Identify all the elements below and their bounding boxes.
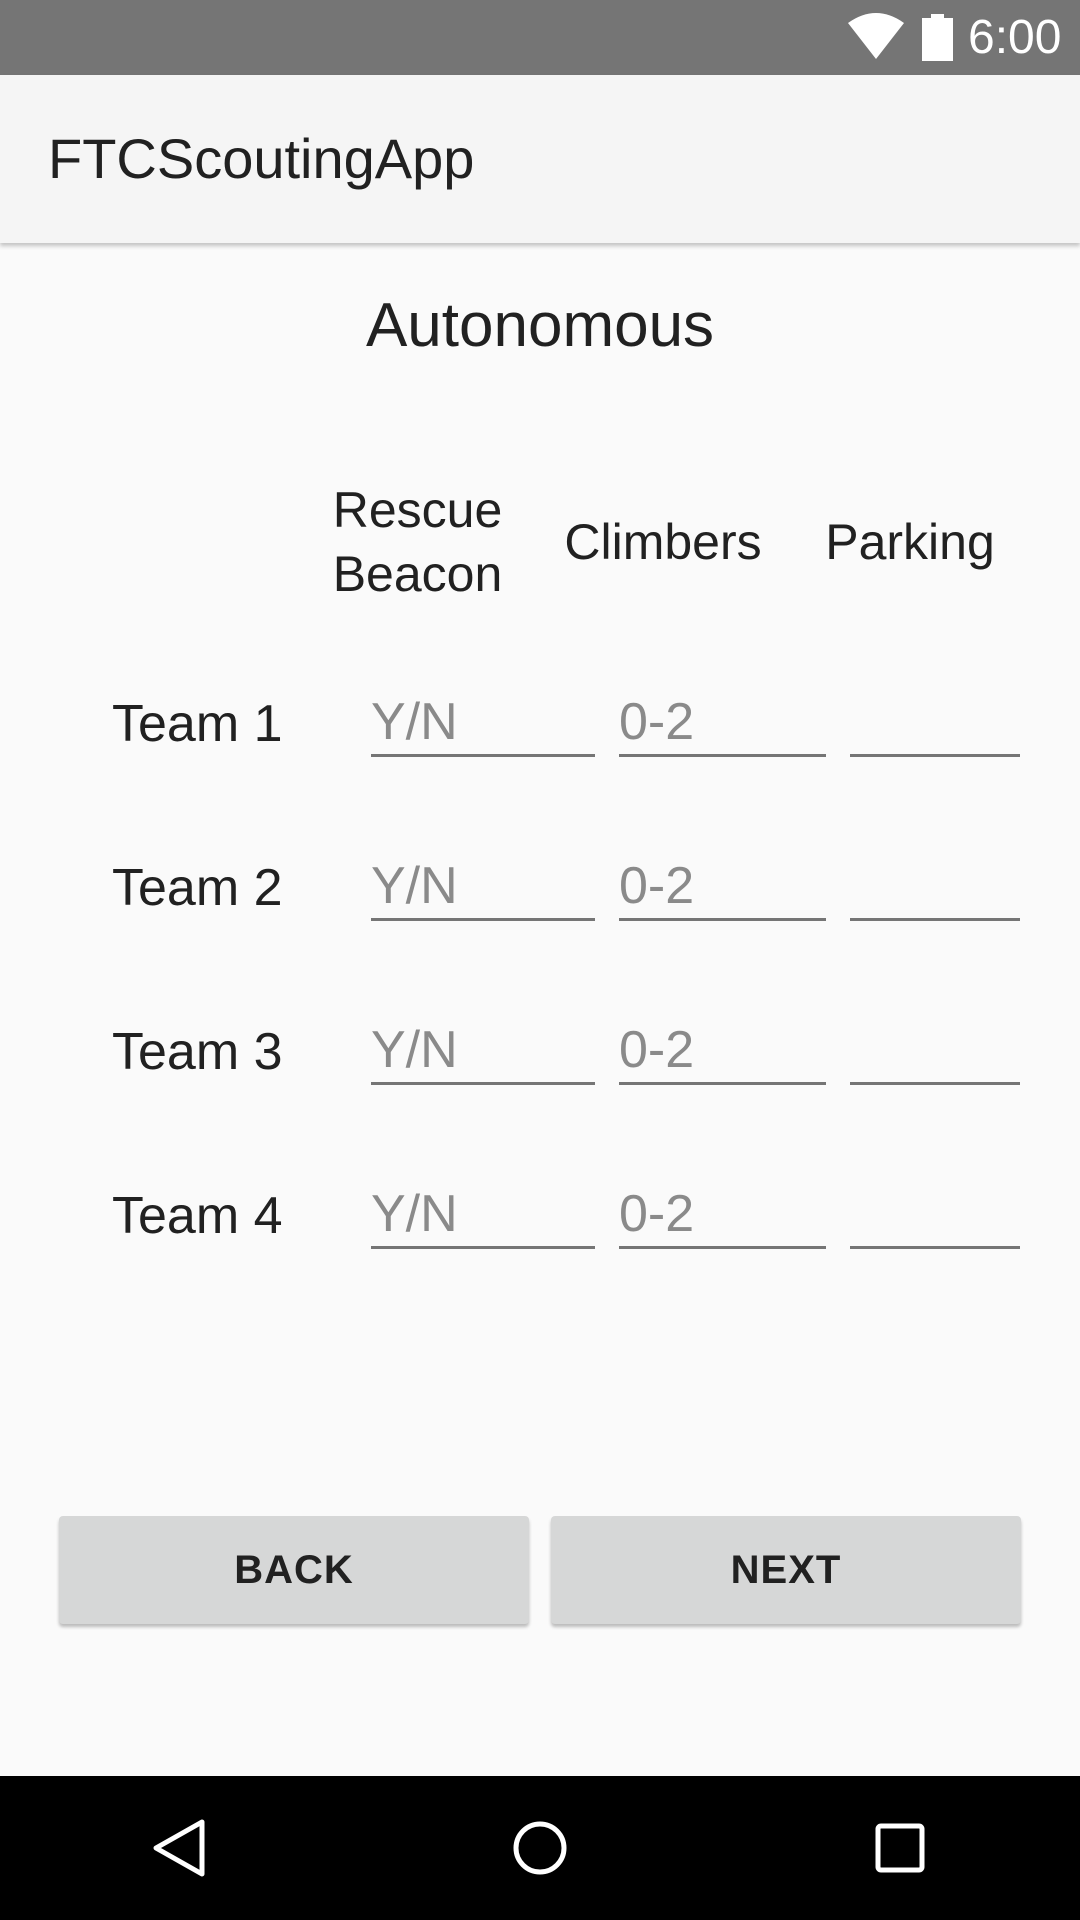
column-header-climbers: Climbers	[564, 514, 762, 570]
app-bar: FTCScoutingApp	[0, 75, 1080, 243]
team-3-climbers-input[interactable]: 0-2	[619, 1018, 826, 1085]
column-header-parking: Parking	[825, 514, 995, 570]
next-button[interactable]: NEXT	[551, 1516, 1021, 1624]
screen: 6:00 FTCScoutingApp Autonomous Rescue Be…	[0, 0, 1080, 1920]
team-1-parking-input[interactable]	[850, 690, 1020, 757]
row-label-team-3: Team 3	[112, 1023, 283, 1081]
column-header-rescue-line2: Beacon	[332, 546, 503, 602]
battery-icon	[922, 14, 953, 61]
team-2-rescue-beacon-input[interactable]: Y/N	[371, 854, 595, 921]
row-label-team-4: Team 4	[112, 1187, 283, 1245]
back-triangle-icon[interactable]	[150, 1818, 210, 1878]
column-header-rescue-line1: Rescue	[332, 482, 503, 538]
app-title: FTCScoutingApp	[48, 127, 475, 190]
team-4-parking-input[interactable]	[850, 1182, 1020, 1249]
team-3-rescue-beacon-input[interactable]: Y/N	[371, 1018, 595, 1085]
recent-apps-square-icon[interactable]	[870, 1818, 930, 1878]
home-circle-icon[interactable]	[510, 1818, 570, 1878]
team-4-rescue-beacon-input[interactable]: Y/N	[371, 1182, 595, 1249]
team-2-climbers-input[interactable]: 0-2	[619, 854, 826, 921]
row-label-team-2: Team 2	[112, 859, 283, 917]
wifi-icon	[848, 13, 904, 59]
navigation-bar	[0, 1776, 1080, 1920]
status-bar: 6:00	[0, 0, 1080, 75]
status-clock: 6:00	[968, 11, 1062, 64]
team-3-parking-input[interactable]	[850, 1018, 1020, 1085]
section-title: Autonomous	[365, 291, 715, 360]
team-2-parking-input[interactable]	[850, 854, 1020, 921]
column-header-rescue-beacon: Rescue Beacon	[305, 478, 530, 606]
back-button[interactable]: BACK	[59, 1516, 529, 1624]
team-1-rescue-beacon-input[interactable]: Y/N	[371, 690, 595, 757]
row-label-team-1: Team 1	[112, 695, 283, 753]
team-4-climbers-input[interactable]: 0-2	[619, 1182, 826, 1249]
team-1-climbers-input[interactable]: 0-2	[619, 690, 826, 757]
